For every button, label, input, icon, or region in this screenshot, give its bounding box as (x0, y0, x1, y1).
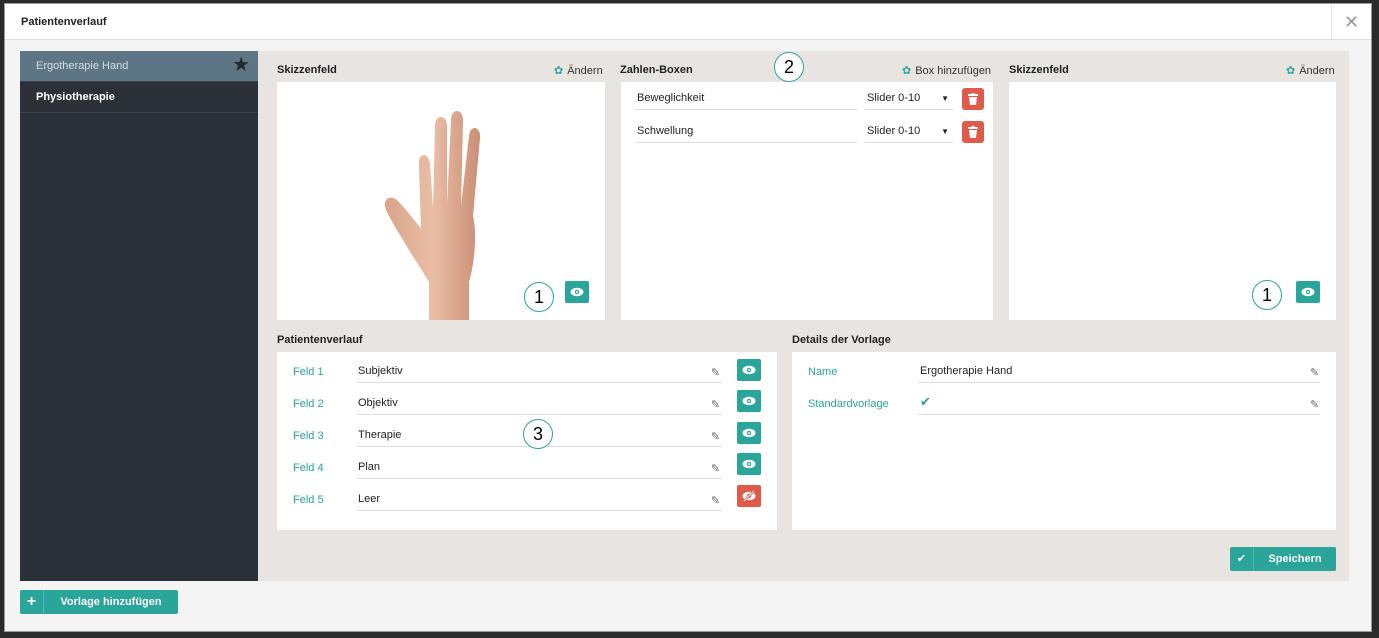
trash-icon (968, 126, 978, 138)
gear-icon: ✿ (1286, 65, 1296, 77)
sidebar-item-label: Physiotherapie (36, 91, 115, 103)
toggle-visibility-button[interactable] (737, 453, 761, 475)
gear-icon: ✿ (902, 65, 912, 77)
sketch-left-title: Skizzenfeld (277, 64, 337, 76)
sidebar-item-label: Ergotherapie Hand (36, 60, 129, 72)
pencil-icon[interactable]: ✎ (711, 430, 720, 443)
add-box-button[interactable]: ✿ Box hinzufügen (902, 64, 992, 78)
template-editor: Skizzenfeld ✿ Ändern 1 Zahlen-Boxen 2 ✿ … (258, 51, 1349, 581)
box-name-input[interactable]: Beweglichkeit (635, 88, 857, 110)
field-value-input[interactable]: Plan (356, 457, 722, 479)
sketch-left-change-button[interactable]: ✿ Ändern (554, 64, 603, 78)
pencil-icon[interactable]: ✎ (711, 398, 720, 411)
eye-icon (1301, 287, 1315, 297)
toggle-visibility-button[interactable] (737, 359, 761, 381)
modal-title: Patientenverlauf (21, 16, 107, 28)
field-label: Feld 5 (293, 494, 324, 506)
toggle-visibility-button[interactable] (737, 390, 761, 412)
checkmark-icon: ✔ (1230, 547, 1254, 571)
field-label: Feld 2 (293, 398, 324, 410)
patient-history-panel: Feld 1 Subjektiv ✎ Feld 2 Objektiv ✎ Fel… (277, 352, 777, 530)
hand-image (384, 111, 481, 320)
callout-1-right: 1 (1252, 280, 1282, 310)
field-label: Feld 1 (293, 366, 324, 378)
star-icon[interactable]: ★ (232, 55, 250, 75)
delete-box-button[interactable] (962, 88, 984, 110)
box-type-select[interactable]: Slider 0-10 ▼ (865, 88, 953, 110)
box-type-select[interactable]: Slider 0-10 ▼ (865, 121, 953, 143)
sidebar-item-ergotherapie-hand[interactable]: Ergotherapie Hand ★ (20, 51, 258, 82)
trash-icon (968, 93, 978, 105)
box-name-input[interactable]: Schwellung (635, 121, 857, 143)
number-boxes-title: Zahlen-Boxen (620, 64, 693, 76)
box-type-value: Slider 0-10 (867, 125, 921, 137)
callout-2: 2 (774, 52, 804, 82)
gear-icon: ✿ (554, 65, 564, 77)
plus-icon: + (20, 590, 44, 614)
modal-header: Patientenverlauf ✕ (5, 4, 1371, 40)
sketch-left-panel[interactable]: 1 (277, 82, 605, 320)
field-value-input[interactable]: Objektiv (356, 393, 722, 415)
name-label: Name (808, 366, 838, 378)
patient-history-title: Patientenverlauf (277, 334, 363, 346)
callout-1-left: 1 (524, 282, 554, 312)
eye-icon (570, 287, 584, 297)
template-name-input[interactable]: Ergotherapie Hand (918, 361, 1320, 383)
checkmark-icon: ✔ (920, 394, 931, 409)
caret-down-icon: ▼ (941, 94, 949, 103)
number-boxes-panel: Beweglichkeit Slider 0-10 ▼ Schwellung S… (621, 82, 993, 320)
field-label: Feld 4 (293, 462, 324, 474)
template-sidebar: Ergotherapie Hand ★ Physiotherapie (20, 51, 258, 581)
eye-icon (742, 459, 756, 469)
pencil-icon[interactable]: ✎ (711, 366, 720, 379)
delete-box-button[interactable] (962, 121, 984, 143)
add-template-button[interactable]: + Vorlage hinzufügen (20, 590, 178, 614)
sketch-left-change-label: Ändern (567, 64, 603, 77)
save-label: Speichern (1268, 553, 1322, 565)
close-icon[interactable]: ✕ (1331, 4, 1371, 40)
eye-icon (742, 428, 756, 438)
pencil-icon[interactable]: ✎ (1310, 398, 1319, 411)
add-box-label: Box hinzufügen (915, 64, 992, 77)
sidebar-item-physiotherapie[interactable]: Physiotherapie (20, 82, 258, 113)
sketch-right-change-label: Ändern (1299, 64, 1335, 77)
caret-down-icon: ▼ (941, 127, 949, 136)
toggle-visibility-button[interactable] (1296, 281, 1320, 303)
pencil-icon[interactable]: ✎ (1310, 366, 1319, 379)
default-template-checkbox[interactable] (918, 393, 1320, 415)
save-button[interactable]: ✔ Speichern (1230, 547, 1336, 571)
eye-icon (742, 365, 756, 375)
toggle-visibility-button[interactable] (737, 485, 761, 507)
callout-3: 3 (523, 419, 553, 449)
field-label: Feld 3 (293, 430, 324, 442)
pencil-icon[interactable]: ✎ (711, 494, 720, 507)
template-details-title: Details der Vorlage (792, 334, 891, 346)
toggle-visibility-button[interactable] (565, 281, 589, 303)
eye-slash-icon (742, 490, 756, 502)
box-type-value: Slider 0-10 (867, 92, 921, 104)
default-label: Standardvorlage (808, 398, 889, 410)
pencil-icon[interactable]: ✎ (711, 462, 720, 475)
sketch-right-panel[interactable]: 1 (1009, 82, 1336, 320)
toggle-visibility-button[interactable] (737, 422, 761, 444)
eye-icon (742, 396, 756, 406)
add-template-label: Vorlage hinzufügen (60, 596, 162, 608)
field-value-input[interactable]: Leer (356, 489, 722, 511)
sketch-right-title: Skizzenfeld (1009, 64, 1069, 76)
field-value-input[interactable]: Subjektiv (356, 361, 722, 383)
template-details-panel: Name Ergotherapie Hand ✎ Standardvorlage… (792, 352, 1336, 530)
sketch-right-change-button[interactable]: ✿ Ändern (1286, 64, 1335, 78)
